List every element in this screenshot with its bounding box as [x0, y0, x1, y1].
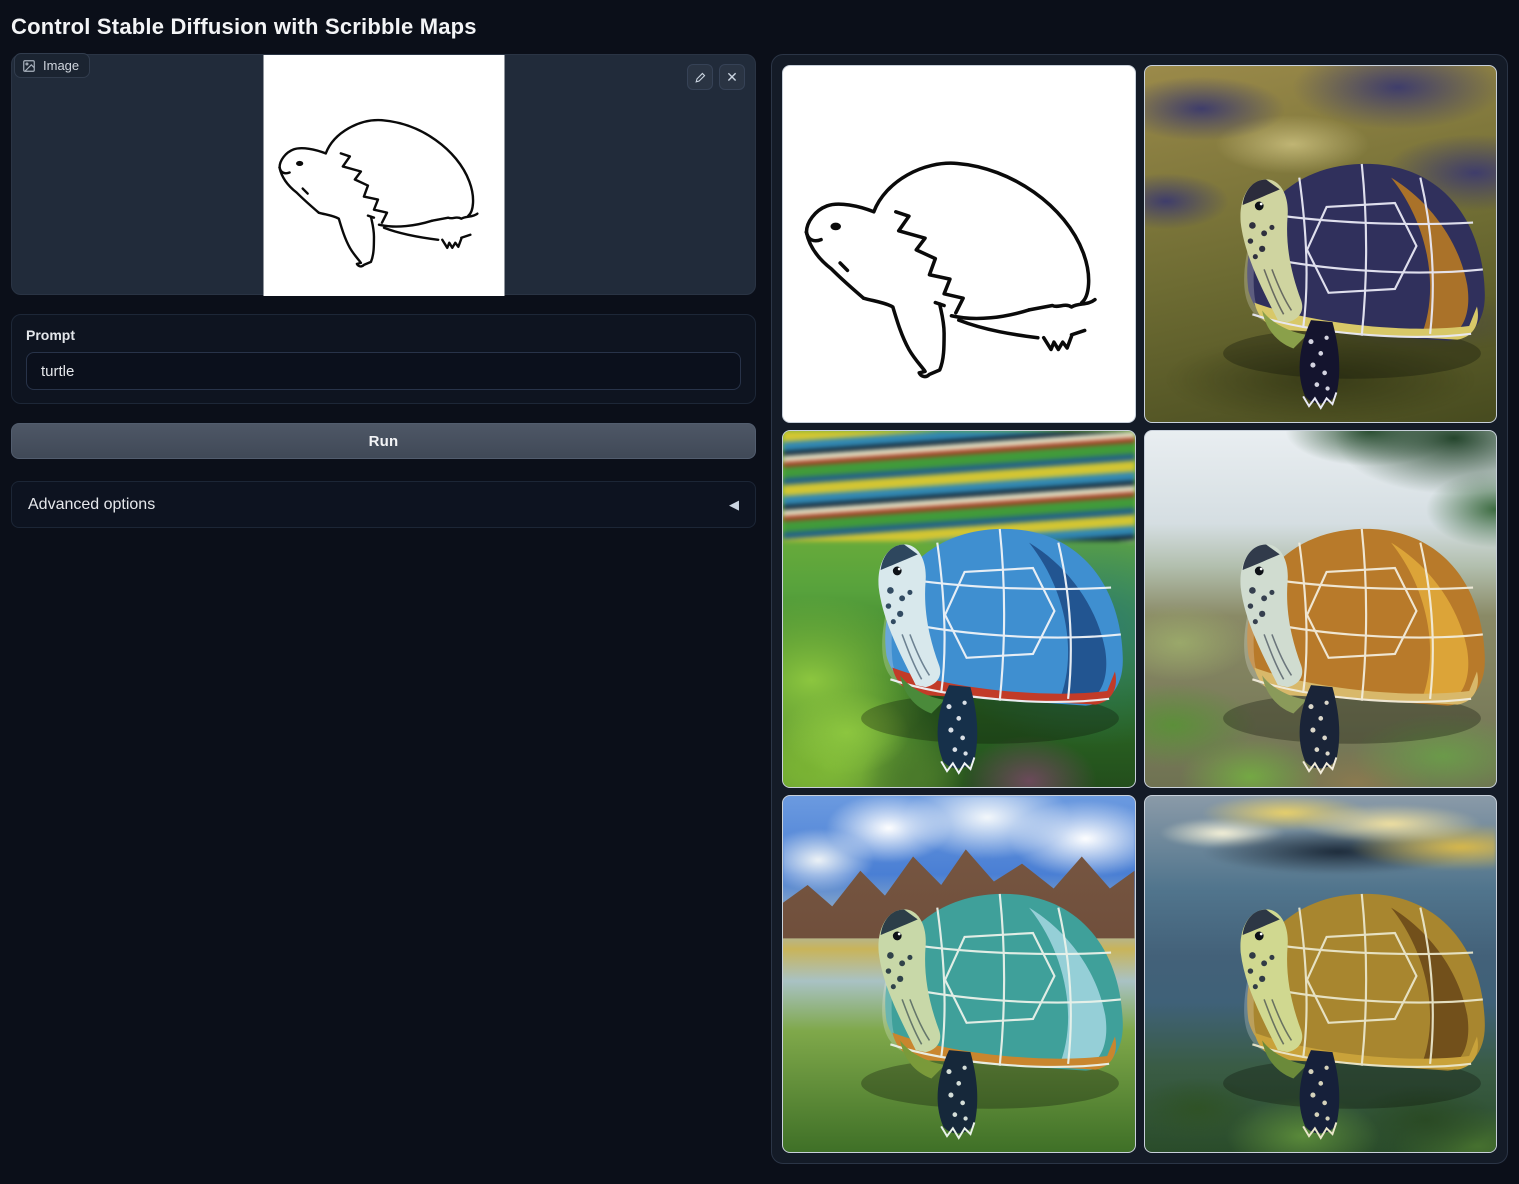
gallery-item-result-2[interactable]: [782, 430, 1136, 788]
turtle-photo-illustration: [783, 796, 1135, 1152]
app-page: Control Stable Diffusion with Scribble M…: [0, 0, 1519, 1184]
turtle-photo-illustration: [1145, 431, 1497, 787]
controls-column: Image ✕ Prompt: [11, 54, 756, 528]
scribble-turtle-drawing: [263, 55, 504, 296]
edit-image-button[interactable]: [687, 64, 713, 90]
input-image-panel: Image ✕: [11, 54, 756, 295]
gallery-item-result-3[interactable]: [1144, 430, 1498, 788]
turtle-photo-illustration: [1145, 796, 1497, 1152]
prompt-input[interactable]: [26, 352, 741, 390]
advanced-options-label: Advanced options: [28, 496, 155, 514]
gallery-item-result-4[interactable]: [782, 795, 1136, 1153]
gallery-item-result-1[interactable]: [1144, 65, 1498, 423]
output-gallery: [771, 54, 1508, 1164]
prompt-panel: Prompt: [11, 314, 756, 404]
chevron-left-icon: ◀: [729, 497, 739, 513]
scribble-turtle-thumbnail: [783, 66, 1135, 422]
gallery-item-scribble[interactable]: [782, 65, 1136, 423]
clear-image-button[interactable]: ✕: [719, 64, 745, 90]
scribble-canvas[interactable]: [263, 55, 504, 296]
turtle-photo-illustration: [1145, 66, 1497, 422]
advanced-options-accordion[interactable]: Advanced options ◀: [11, 481, 756, 528]
pencil-icon: [694, 71, 707, 84]
turtle-photo-illustration: [783, 431, 1135, 787]
prompt-label: Prompt: [26, 327, 741, 343]
page-title: Control Stable Diffusion with Scribble M…: [11, 14, 1508, 40]
gallery-item-result-5[interactable]: [1144, 795, 1498, 1153]
main-layout: Image ✕ Prompt: [11, 54, 1508, 1164]
image-label: Image: [43, 58, 79, 73]
image-label-badge: Image: [14, 53, 90, 78]
image-icon: [22, 59, 36, 73]
run-button[interactable]: Run: [11, 423, 756, 459]
image-toolbar: ✕: [687, 64, 745, 90]
